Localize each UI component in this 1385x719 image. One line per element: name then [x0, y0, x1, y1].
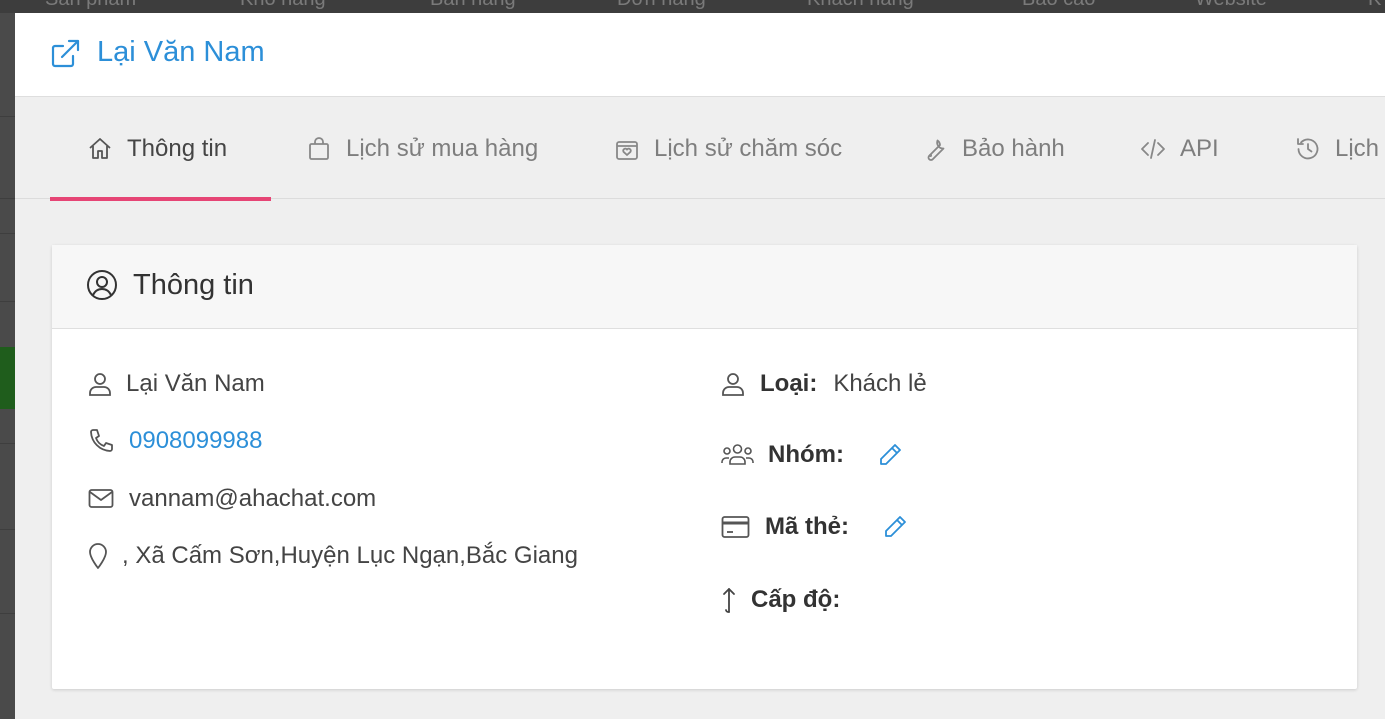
tab-label: Lịch sử chăm sóc: [654, 134, 843, 162]
address-row: , Xã Cấm Sơn,Huyện Lục Ngạn,Bắc Giang: [88, 542, 578, 570]
bg-nav-item: Khách hàng: [807, 0, 914, 11]
tab-history[interactable]: Lịch: [1295, 98, 1379, 199]
active-tab-indicator: [50, 197, 271, 201]
tab-api[interactable]: API: [1140, 98, 1219, 199]
group-row: Nhóm:: [721, 441, 904, 469]
bg-nav-item: Đơn hàng: [617, 0, 706, 11]
gift-box-heart-icon: [616, 140, 638, 160]
customer-name-row: Lại Văn Nam: [88, 370, 265, 398]
address-value: , Xã Cấm Sơn,Huyện Lục Ngạn,Bắc Giang: [122, 542, 578, 569]
user-circle-icon: [87, 270, 117, 300]
level-row: Cấp độ:: [721, 586, 840, 614]
user-icon: [89, 373, 111, 396]
card-code-row: Mã thẻ:: [721, 513, 909, 541]
info-card: Thông tin Lại Văn Nam 0908099988 vannam@…: [52, 245, 1357, 689]
phone-link[interactable]: 0908099988: [129, 427, 262, 455]
customer-type-value: Khách lẻ: [833, 370, 927, 397]
edit-card-code-pencil-icon[interactable]: [881, 513, 909, 541]
background-top-nav: Sản phẩm Kho hàng Bán hàng Đơn hàng Khác…: [0, 0, 1385, 13]
tab-warranty[interactable]: Bảo hành: [922, 98, 1065, 199]
bg-green-button: [0, 347, 15, 409]
tab-label: Lịch sử mua hàng: [346, 134, 539, 162]
shopping-bag-icon: [309, 136, 329, 160]
wrench-icon: [927, 139, 945, 161]
bg-nav-item: Website: [1195, 0, 1267, 11]
tab-label: Thông tin: [127, 134, 228, 162]
tab-info[interactable]: Thông tin: [50, 98, 271, 201]
map-pin-icon: [89, 543, 107, 569]
email-row: vannam@ahachat.com: [88, 485, 376, 513]
customer-name: Lại Văn Nam: [126, 370, 265, 397]
bg-nav-item: Kho hàng: [240, 0, 326, 11]
code-icon: [1141, 138, 1165, 159]
phone-icon: [90, 429, 113, 452]
phone-row: 0908099988: [88, 427, 262, 455]
customer-detail-modal: Lại Văn Nam Thông tin Lịch sử mua hàng L…: [15, 13, 1385, 719]
card-code-label: Mã thẻ:: [765, 513, 849, 540]
info-card-title: Thông tin: [133, 269, 254, 301]
group-label: Nhóm:: [768, 441, 844, 468]
tab-care-history[interactable]: Lịch sử chăm sóc: [614, 98, 842, 199]
info-card-header: Thông tin: [52, 245, 1357, 329]
background-sidebar: [0, 13, 15, 719]
modal-header: Lại Văn Nam: [15, 13, 1385, 97]
arrow-up-icon: [723, 588, 735, 613]
history-icon: [1297, 137, 1319, 159]
mail-icon: [88, 489, 114, 508]
customer-type-row: Loại: Khách lẻ: [721, 370, 927, 398]
users-group-icon: [721, 444, 754, 465]
customer-type-label: Loại:: [760, 370, 818, 397]
tab-bar: Thông tin Lịch sử mua hàng Lịch sử chăm …: [15, 98, 1385, 201]
external-link-icon: [51, 39, 80, 68]
tab-purchase-history[interactable]: Lịch sử mua hàng: [306, 98, 538, 199]
edit-group-pencil-icon[interactable]: [876, 441, 904, 469]
bg-nav-item: Sản phẩm: [45, 0, 136, 11]
level-label: Cấp độ:: [751, 586, 841, 613]
user-icon: [722, 373, 744, 396]
home-icon: [89, 137, 111, 159]
credit-card-icon: [721, 516, 750, 538]
modal-title: Lại Văn Nam: [97, 36, 265, 68]
bg-nav-item: K: [1368, 0, 1381, 11]
tab-label: API: [1180, 134, 1219, 162]
tab-label: Lịch: [1335, 134, 1380, 162]
email-value: vannam@ahachat.com: [129, 485, 377, 512]
bg-nav-item: Bán hàng: [430, 0, 516, 11]
bg-nav-item: Báo cáo: [1022, 0, 1095, 11]
tab-label: Bảo hành: [962, 134, 1065, 162]
